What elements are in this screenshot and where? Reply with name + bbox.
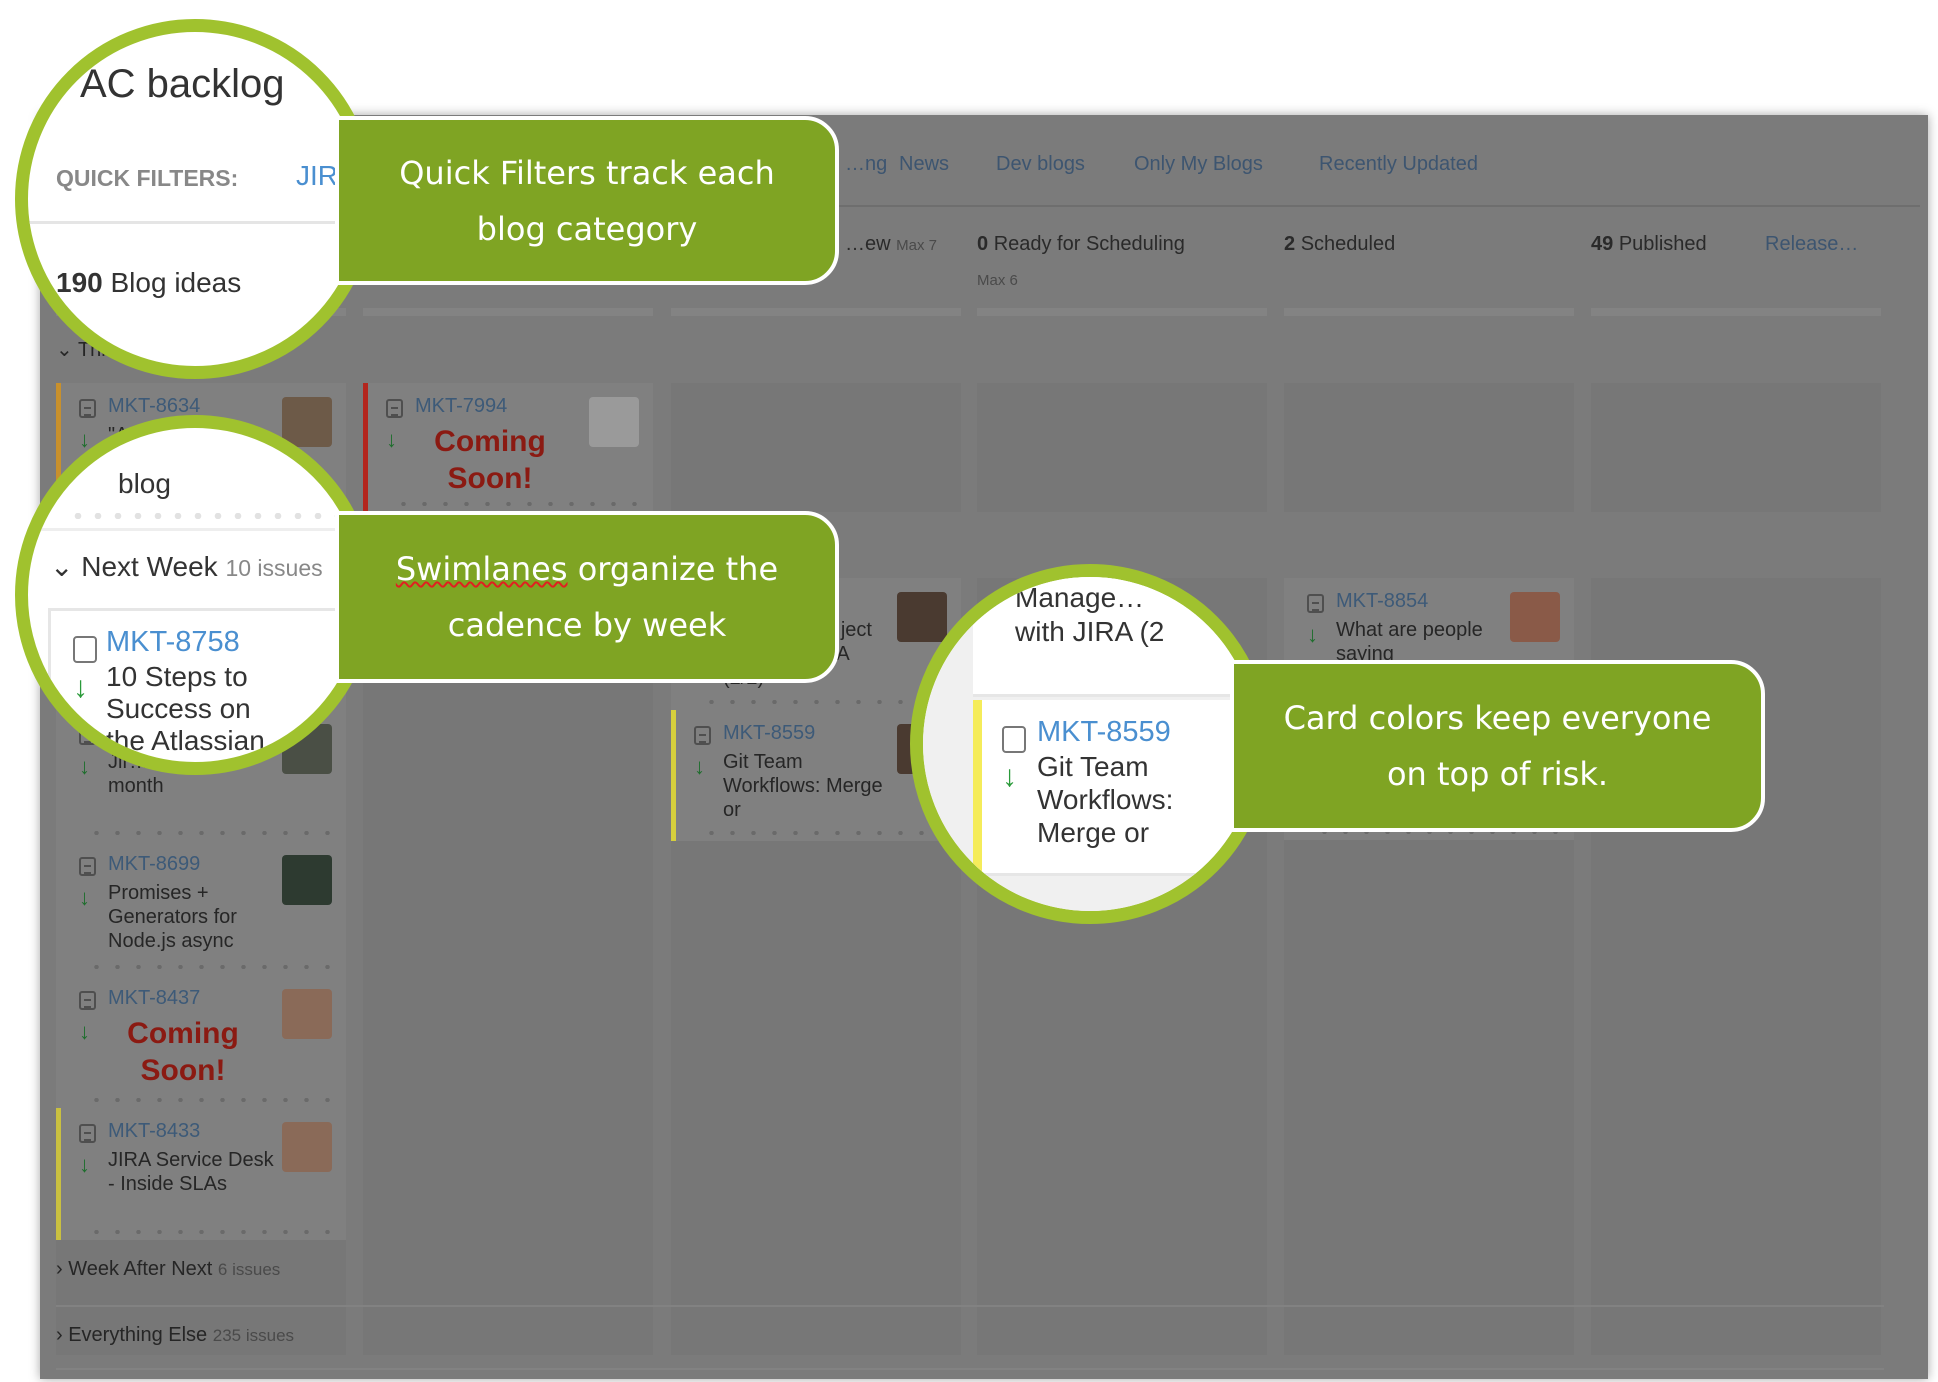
quick-filters-label: QUICK FILTERS: [56,165,239,191]
issue-key[interactable]: MKT-7994 [415,395,507,418]
issue-card[interactable]: MKT-8437 ↓ Coming Soon! [56,975,346,1108]
story-icon [1002,726,1026,753]
issue-title: 10 Steps to Success on the Atlassian [106,661,265,756]
priority-low-icon: ↓ [79,885,90,910]
issue-title: Manage… with JIRA (2 [1015,582,1165,647]
callout-text: cadence by week [447,606,727,644]
column-header-strip [1284,308,1574,316]
swimlane-everything-else[interactable]: › Everything Else 235 issues [56,1324,294,1347]
issue-card[interactable]: MKT-7994 ↓ Coming Soon! [363,383,653,512]
assignee-avatar [1510,592,1560,642]
priority-low-icon: ↓ [79,1019,90,1044]
board-title: AC backlog [80,62,285,106]
card-dots [86,965,336,969]
story-icon [79,399,96,418]
issue-key[interactable]: MKT-8433 [108,1120,200,1143]
priority-low-icon: ↓ [1002,760,1017,793]
column-header-review: …ew Max 7 [845,233,937,255]
card-dots [701,831,951,835]
column-header-ready: 0 Ready for Scheduling [977,233,1185,255]
column-header-strip [1591,308,1881,316]
divider [56,1368,1884,1370]
priority-low-icon: ↓ [79,1152,90,1177]
issue-title: Git Team Workflows: Merge or [1037,751,1174,848]
card-mkt-8758[interactable]: MKT-8758 ↓ 10 Steps to Success on the At… [48,608,362,762]
issue-title: Git Team Workflows: Merge or [723,751,883,821]
priority-low-icon: ↓ [73,671,88,704]
callout-text: Swimlanes organize the [395,550,779,588]
quick-filter-only-my-blogs[interactable]: Only My Blogs [1134,153,1263,176]
priority-low-icon: ↓ [694,754,705,779]
issue-title: What are people saying [1336,619,1483,665]
quick-filter-dev-blogs[interactable]: Dev blogs [996,153,1085,176]
release-link[interactable]: Release… [1765,233,1858,256]
callout-quick-filters: Quick Filters track each blog category [335,116,839,285]
story-icon [79,857,96,876]
assignee-avatar [282,855,332,905]
quick-filter-news[interactable]: News [899,153,949,176]
issue-key[interactable]: MKT-8854 [1336,590,1428,613]
priority-low-icon: ↓ [386,427,397,452]
assignee-avatar [282,989,332,1039]
issue-key[interactable]: MKT-8699 [108,853,200,876]
column-cell [1284,383,1574,512]
issue-key[interactable]: MKT-8559 [1037,716,1171,749]
callout-text: Card colors keep everyone [1283,699,1712,737]
quick-filter-partial[interactable]: …ng [845,153,887,176]
column-header-strip [671,308,961,316]
issue-card[interactable]: MKT-8433 ↓ JIRA Service Desk - Inside SLAs [56,1108,346,1240]
card-dots [393,502,643,506]
column-header-strip [363,308,653,316]
story-icon [694,726,711,745]
divider [28,528,362,531]
magnifier-card-colors: Manage… with JIRA (2 MKT-8559 ↓ Git Team … [910,564,1270,924]
column-cell [1591,383,1881,512]
assignee-avatar [282,397,332,447]
magnifier-quick-filters: AC backlog QUICK FILTERS: JIRA 190 Blog … [15,19,375,379]
swimlane-next-week[interactable]: ⌄ Next Week 10 issues [50,550,323,583]
issue-title: Promises + Generators for Node.js async [108,882,237,952]
assignee-avatar [282,1122,332,1172]
column-max: Max 6 [977,272,1018,289]
story-icon [79,991,96,1010]
backlog-count: 190 Blog ideas [56,267,242,298]
swimlane-week-after-next[interactable]: › Week After Next 6 issues [56,1258,280,1281]
assignee-avatar [589,397,639,447]
card-dots [86,831,336,835]
magnifier-swimlanes: blog ⌄ Next Week 10 issues MKT-8758 ↓ 10… [15,415,375,775]
quick-filter-recently-updated[interactable]: Recently Updated [1319,153,1478,176]
callout-card-colors: Card colors keep everyone on top of risk… [1230,660,1765,832]
card-mkt-8559[interactable]: MKT-8559 ↓ Git Team Workflows: Merge or [973,700,1257,876]
story-icon [79,1124,96,1143]
priority-low-icon: ↓ [1307,622,1318,647]
story-icon [73,636,97,663]
card-dots [86,1230,336,1234]
callout-swimlanes: Swimlanes organize the cadence by week [335,511,839,683]
issue-key[interactable]: MKT-8559 [723,722,815,745]
card-dots [68,513,342,519]
card-title-fragment: blog [118,468,171,499]
card-manage-with-jira[interactable]: Manage… with JIRA (2 [973,577,1257,697]
issue-key[interactable]: MKT-8758 [106,626,240,659]
divider [28,221,362,224]
story-icon [386,399,403,418]
column-header-published: 49 Published [1591,233,1707,255]
divider [56,1305,1884,1307]
column-cell [363,578,653,1355]
story-icon [1307,594,1324,613]
callout-text: Quick Filters track each [399,153,775,192]
column-header-scheduled: 2 Scheduled [1284,233,1396,255]
issue-title: Coming Soon! [127,1017,239,1087]
issue-title: JIRA Service Desk - Inside SLAs [108,1149,274,1195]
callout-text: on top of risk. [1386,755,1609,793]
issue-card[interactable]: MKT-8699 ↓ Promises + Generators for Node.… [56,841,346,975]
column-cell [671,383,961,512]
callout-text: blog category [476,209,698,248]
card-dots [86,1098,336,1102]
issue-key[interactable]: MKT-8437 [108,987,200,1010]
issue-title: Coming Soon! [434,425,546,495]
column-header-strip [977,308,1267,316]
column-cell [977,383,1267,512]
